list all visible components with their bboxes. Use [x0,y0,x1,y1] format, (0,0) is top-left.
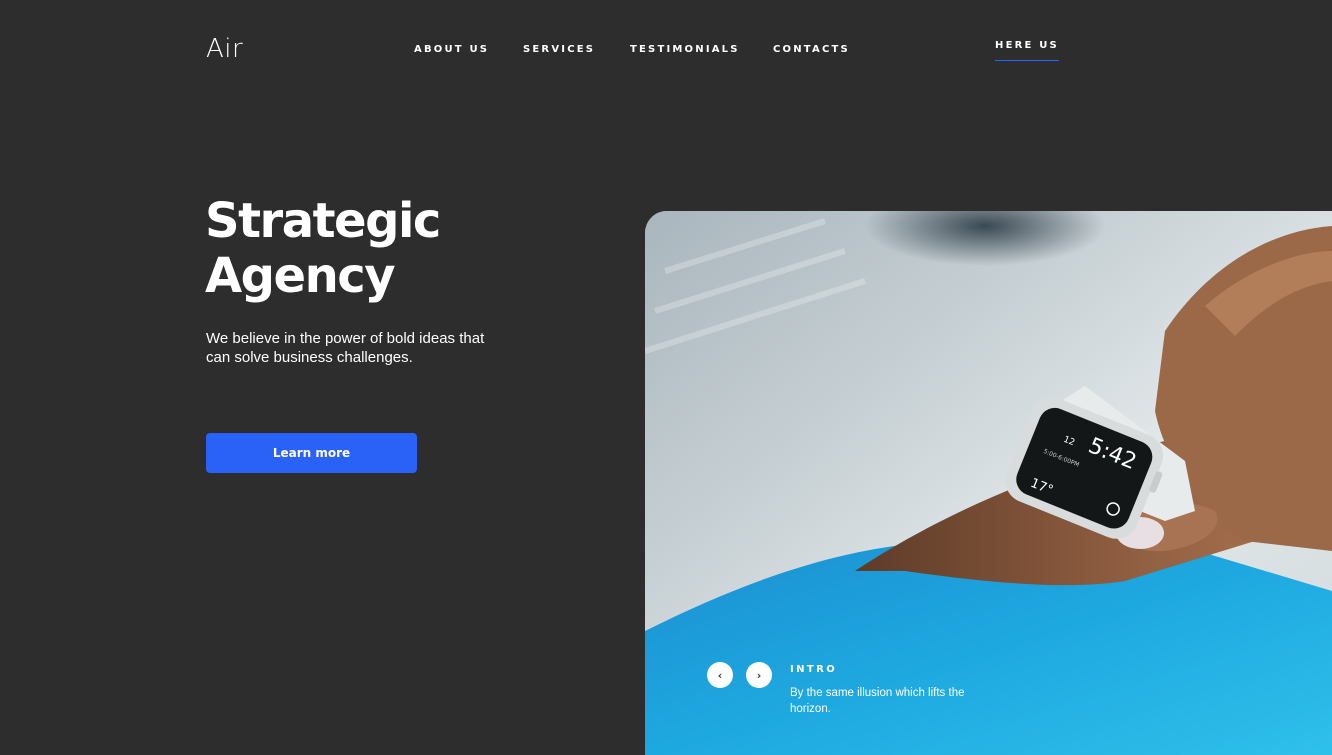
hero-title-line-1: Strategic [205,193,441,249]
chevron-right-icon: › [756,668,762,682]
hero-title-line-2: Agency [205,248,395,304]
learn-more-button[interactable]: Learn more [206,433,417,473]
nav-about-us[interactable]: ABOUT US [414,44,489,56]
slider-prev-button[interactable]: ‹ [707,662,733,688]
slider-next-button[interactable]: › [746,662,772,688]
chevron-left-icon: ‹ [717,668,723,682]
slide-label: INTRO [790,664,838,675]
nav-contacts[interactable]: CONTACTS [773,44,850,56]
nav-services[interactable]: SERVICES [523,44,595,56]
hero-title: Strategic Agency [205,194,535,304]
slide-caption: By the same illusion which lifts the hor… [790,687,965,715]
here-us-link[interactable]: HERE US [995,40,1059,61]
nav-testimonials[interactable]: TESTIMONIALS [630,44,740,56]
hero-description: We believe in the power of bold ideas th… [206,330,485,366]
logo[interactable]: Air [206,34,243,64]
